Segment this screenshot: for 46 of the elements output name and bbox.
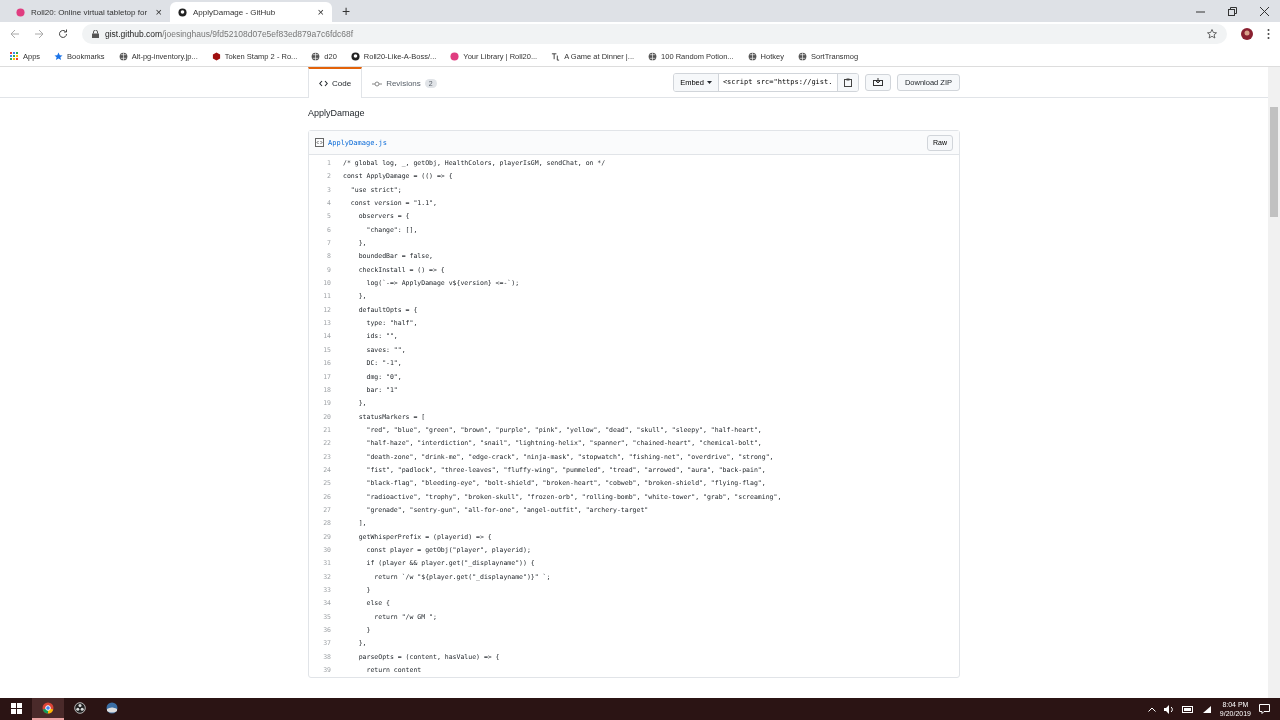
globe-icon: [747, 51, 757, 61]
star-icon: [54, 51, 64, 61]
caret-icon: [706, 80, 712, 84]
tab-title: Roll20: Online virtual tabletop for: [31, 7, 149, 17]
github-icon: [178, 7, 187, 17]
browser-tab[interactable]: ApplyDamage - GitHub ×: [170, 2, 332, 22]
github-icon: [350, 51, 360, 61]
url-text: gist.github.com/joesinghaus/9fd52108d07e5ef83ed879a7c6fdc68f: [105, 29, 354, 39]
tl-icon: [551, 51, 561, 61]
copy-button[interactable]: [837, 73, 858, 91]
tab-title: ApplyDamage - GitHub: [193, 7, 277, 17]
roll20-icon: [450, 51, 460, 61]
scrollbar[interactable]: [1268, 67, 1280, 698]
wifi-icon[interactable]: [1201, 704, 1212, 714]
desktop-download-button[interactable]: [864, 73, 891, 91]
new-tab-button[interactable]: +: [342, 3, 351, 19]
chevron-icon[interactable]: [1147, 706, 1156, 712]
code-file-icon: [315, 138, 324, 147]
obs-icon[interactable]: [74, 702, 86, 714]
code-icon: [319, 80, 328, 87]
download-icon: [872, 77, 883, 87]
clipboard-icon: [843, 77, 852, 87]
battery-icon[interactable]: [1181, 705, 1194, 713]
lock-icon: [92, 30, 99, 38]
reload-icon[interactable]: [58, 29, 68, 39]
globe-icon: [648, 51, 658, 61]
menu-icon[interactable]: [1267, 29, 1270, 39]
browser-tab[interactable]: Roll20: Online virtual tabletop for ×: [8, 2, 170, 22]
hex-icon: [211, 51, 221, 61]
avatar-icon[interactable]: [1241, 28, 1253, 40]
chrome-icon[interactable]: [42, 702, 54, 714]
globe-icon: [118, 51, 128, 61]
address-bar[interactable]: gist.github.com/joesinghaus/9fd52108d07e5ef83ed879a7c6fdc68f: [82, 24, 1227, 44]
commit-icon: [372, 80, 383, 87]
gist-tab[interactable]: Code: [308, 67, 363, 98]
star-icon[interactable]: [1207, 29, 1217, 39]
gist-title: ApplyDamage: [308, 107, 366, 120]
globe-icon[interactable]: [106, 702, 118, 714]
notification-icon[interactable]: [1259, 704, 1270, 714]
globe-icon: [797, 51, 807, 61]
roll20-icon: [16, 7, 25, 17]
volume-icon[interactable]: [1163, 704, 1174, 714]
close-icon[interactable]: ×: [155, 6, 162, 18]
globe-icon: [311, 51, 321, 61]
apps-icon: [10, 51, 19, 61]
close-icon[interactable]: ×: [317, 6, 324, 18]
